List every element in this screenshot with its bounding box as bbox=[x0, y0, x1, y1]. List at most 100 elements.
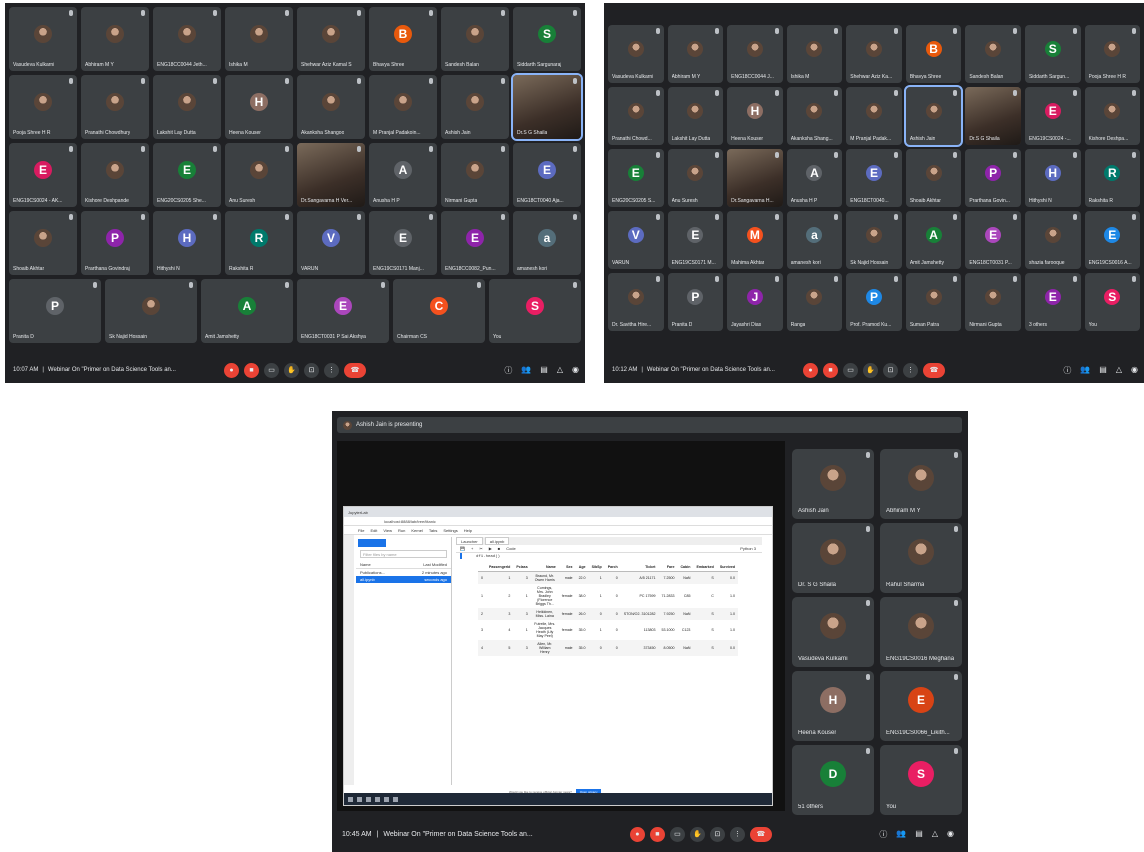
participant-tile[interactable]: ENG18CC0044 Jeth... bbox=[153, 7, 221, 71]
code-cell[interactable]: df1.head() bbox=[460, 553, 762, 559]
participant-tile[interactable]: P Prarthana Govin... bbox=[965, 149, 1021, 207]
cut-icon[interactable]: ✂ bbox=[479, 546, 482, 551]
raise-hand-icon[interactable]: ✋ bbox=[689, 826, 705, 842]
camera-off-icon[interactable]: ■ bbox=[244, 362, 259, 378]
participant-tile[interactable]: Anu Suresh bbox=[667, 149, 724, 207]
participant-tile[interactable]: Lakshit Lay Dutta bbox=[667, 87, 724, 145]
menu-item[interactable]: Kernel bbox=[411, 528, 423, 533]
participant-tile[interactable]: A Anusha H P bbox=[369, 143, 437, 207]
new-launcher-button[interactable] bbox=[358, 539, 386, 547]
participant-tile[interactable]: V VARUN bbox=[608, 211, 664, 269]
participant-tile[interactable]: Nirmani Gupta bbox=[965, 273, 1021, 331]
participant-tile[interactable]: S You bbox=[880, 745, 962, 815]
participant-tile[interactable]: Shoaib Akhtar bbox=[905, 149, 962, 207]
participant-tile[interactable]: S Siddarth Sargun... bbox=[1024, 25, 1081, 83]
col-name[interactable]: Name bbox=[360, 562, 371, 567]
participant-tile[interactable]: E ENG19CS0171 M... bbox=[667, 211, 724, 269]
mic-off-icon[interactable]: ● bbox=[803, 362, 818, 378]
end-call-icon[interactable]: ☎ bbox=[923, 362, 945, 378]
participant-tile[interactable]: R Rakshita R bbox=[1084, 149, 1141, 207]
participant-tile[interactable]: H Hithyshi N bbox=[153, 211, 221, 275]
taskbar-app-icon[interactable] bbox=[375, 796, 380, 802]
participant-tile[interactable]: Sk Najid Hossain bbox=[846, 211, 902, 269]
participant-tile[interactable]: Suman Patra bbox=[905, 273, 962, 331]
participant-tile[interactable]: C Chairman CS bbox=[393, 279, 485, 343]
file-filter-input[interactable]: Filter files by name bbox=[360, 550, 447, 558]
menu-item[interactable]: Tabs bbox=[429, 528, 437, 533]
menu-item[interactable]: Edit bbox=[370, 528, 377, 533]
col-modified[interactable]: Last Modified bbox=[423, 562, 447, 567]
participant-tile[interactable]: E ENG18CT0031 P Sai Akshya bbox=[297, 279, 389, 343]
participant-tile[interactable]: S Siddarth Sargunaraj bbox=[513, 7, 581, 71]
info-icon[interactable]: ⓘ bbox=[879, 829, 887, 840]
participant-tile[interactable]: Sk Najid Hossain bbox=[105, 279, 197, 343]
captions-icon[interactable]: ▭ bbox=[669, 826, 685, 842]
start-icon[interactable] bbox=[348, 796, 353, 802]
camera-off-icon[interactable]: ■ bbox=[649, 826, 665, 842]
participant-tile[interactable]: Kishore Deshpa... bbox=[1084, 87, 1141, 145]
menu-item[interactable]: File bbox=[358, 528, 364, 533]
participant-tile[interactable]: M Pranjal Padak... bbox=[846, 87, 902, 145]
people-icon[interactable]: 👥 bbox=[1080, 365, 1090, 376]
participant-tile[interactable]: Shoaib Akhtar bbox=[9, 211, 77, 275]
participant-tile[interactable]: Ranga bbox=[786, 273, 843, 331]
participant-tile[interactable]: E ENG19CS0171 Manj... bbox=[369, 211, 437, 275]
camera-off-icon[interactable]: ■ bbox=[823, 362, 838, 378]
activities-icon[interactable]: △ bbox=[1116, 365, 1122, 376]
participant-tile[interactable]: E ENG18CT0040... bbox=[846, 149, 902, 207]
raise-hand-icon[interactable]: ✋ bbox=[863, 362, 878, 378]
more-icon[interactable]: ⋮ bbox=[729, 826, 745, 842]
participant-tile[interactable]: a amanesh kori bbox=[513, 211, 581, 275]
participant-tile[interactable]: V VARUN bbox=[297, 211, 365, 275]
end-call-icon[interactable]: ☎ bbox=[749, 826, 772, 842]
browser-tab[interactable]: JupyterLab bbox=[348, 510, 368, 515]
participant-tile[interactable]: E ENG20CS0205 She... bbox=[153, 143, 221, 207]
participant-tile[interactable]: Sandesh Balan bbox=[965, 25, 1021, 83]
captions-icon[interactable]: ▭ bbox=[264, 362, 279, 378]
mic-off-icon[interactable]: ● bbox=[224, 362, 239, 378]
participant-tile[interactable]: Sandesh Balan bbox=[441, 7, 509, 71]
menu-item[interactable]: Help bbox=[464, 528, 472, 533]
end-call-icon[interactable]: ☎ bbox=[344, 362, 366, 378]
menu-item[interactable]: Run bbox=[398, 528, 405, 533]
participant-tile[interactable]: A Anusha H P bbox=[786, 149, 843, 207]
participant-tile[interactable]: E ENG18CT0040 Aja... bbox=[513, 143, 581, 207]
participant-tile[interactable]: Rahul Sharma bbox=[880, 523, 962, 593]
participant-tile[interactable]: H Heena Kouser bbox=[225, 75, 293, 139]
participant-tile[interactable]: Ishika M bbox=[786, 25, 843, 83]
participant-tile[interactable]: M Mahima Akhtar bbox=[727, 211, 783, 269]
participant-tile[interactable]: Dr. Savitha Hire... bbox=[608, 273, 664, 331]
captions-icon[interactable]: ▭ bbox=[843, 362, 858, 378]
taskbar-app-icon[interactable] bbox=[384, 796, 389, 802]
participant-tile[interactable]: Abhiram M Y bbox=[880, 449, 962, 519]
participant-tile[interactable]: H Hithyshi N bbox=[1024, 149, 1081, 207]
present-icon[interactable]: ⊡ bbox=[709, 826, 725, 842]
participant-tile[interactable]: Dr.S G Shaila bbox=[965, 87, 1021, 145]
more-icon[interactable]: ⋮ bbox=[324, 362, 339, 378]
participant-tile[interactable]: ENG19CS0016 Meghana bbox=[880, 597, 962, 667]
participant-tile[interactable]: S You bbox=[1084, 273, 1141, 331]
taskbar-app-icon[interactable] bbox=[366, 796, 371, 802]
participant-tile[interactable]: Akanksha Shangoo bbox=[297, 75, 365, 139]
participant-tile[interactable]: Pooja Shree H R bbox=[9, 75, 77, 139]
raise-hand-icon[interactable]: ✋ bbox=[284, 362, 299, 378]
participant-tile[interactable]: Pranathi Chowd... bbox=[608, 87, 664, 145]
activities-icon[interactable]: △ bbox=[557, 365, 563, 376]
participant-tile[interactable]: A Amit Jamshetty bbox=[201, 279, 293, 343]
participant-tile[interactable]: E ENG19CS0024 - AK... bbox=[9, 143, 77, 207]
participant-tile[interactable]: Lakshit Lay Dutta bbox=[153, 75, 221, 139]
people-icon[interactable]: 👥 bbox=[521, 365, 531, 376]
stop-icon[interactable]: ■ bbox=[498, 546, 500, 551]
address-bar[interactable]: localhost:8888/lab/tree/titanic bbox=[344, 517, 772, 526]
participant-tile[interactable]: D 51 others bbox=[792, 745, 874, 815]
menu-item[interactable]: View bbox=[383, 528, 392, 533]
participant-tile[interactable]: S You bbox=[489, 279, 581, 343]
present-icon[interactable]: ⊡ bbox=[883, 362, 898, 378]
participant-tile[interactable]: E ENG19CS0024 -... bbox=[1024, 87, 1081, 145]
participant-tile[interactable]: Pranathi Chowdhury bbox=[81, 75, 149, 139]
participant-tile[interactable]: Vasudeva Kulkarni bbox=[608, 25, 664, 83]
file-item[interactable]: all.ipynb seconds ago bbox=[356, 576, 451, 583]
chat-icon[interactable]: ▤ bbox=[915, 829, 923, 840]
file-item[interactable]: Publications... 2 minutes ago bbox=[356, 569, 451, 576]
mic-off-icon[interactable]: ● bbox=[629, 826, 645, 842]
